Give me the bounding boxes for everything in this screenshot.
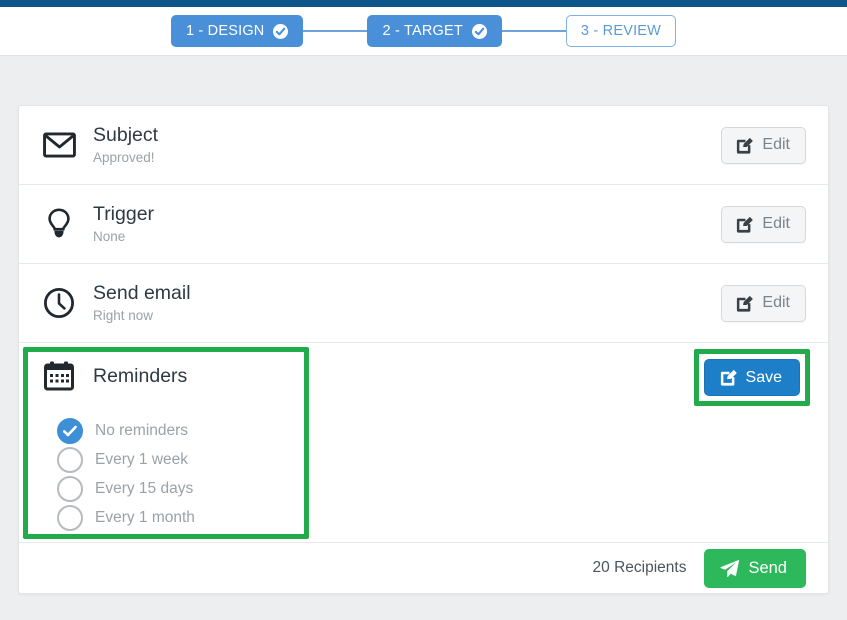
reminder-option-every-1-week-label: Every 1 week	[95, 451, 189, 468]
reminders-title: Reminders	[93, 365, 188, 387]
reminder-option-no-reminders[interactable]: No reminders	[57, 417, 195, 445]
wizard-step-review-label: 3 - REVIEW	[580, 23, 662, 39]
wizard-connector-1	[303, 30, 368, 32]
reminders-header: Reminders	[39, 361, 187, 391]
radio-no-reminders[interactable]	[57, 418, 83, 444]
edit-send-email-button[interactable]: Edit	[721, 284, 806, 322]
top-accent-bar	[0, 0, 847, 7]
row-subject-title: Subject	[93, 124, 159, 146]
row-send-email-text: Send email Right now	[93, 281, 721, 325]
reminder-option-every-15-days[interactable]: Every 15 days	[57, 475, 195, 503]
row-trigger-title: Trigger	[93, 203, 155, 225]
wizard-steps: 1 - DESIGN 2 - TARGET 3 - REVIEW	[170, 15, 677, 47]
save-reminders-label: Save	[745, 368, 782, 386]
review-card: Subject Approved! Edit Trigger None Edit…	[18, 105, 829, 594]
row-send-email: Send email Right now Edit	[19, 264, 828, 343]
edit-trigger-label: Edit	[762, 215, 790, 232]
row-trigger: Trigger None Edit	[19, 185, 828, 264]
reminder-option-no-reminders-label: No reminders	[95, 422, 189, 439]
send-button[interactable]: Send	[704, 548, 806, 588]
radio-every-1-week[interactable]	[57, 447, 83, 473]
pencil-square-icon	[735, 136, 754, 155]
pencil-square-icon	[719, 368, 738, 387]
card-footer: 20 Recipients Send	[19, 543, 828, 593]
row-subject-subtitle: Approved!	[93, 150, 155, 165]
radio-every-15-days[interactable]	[57, 476, 83, 502]
clock-icon	[39, 287, 79, 319]
recipients-count: 20 Recipients	[592, 559, 687, 576]
edit-send-email-label: Edit	[762, 294, 790, 311]
row-subject: Subject Approved! Edit	[19, 106, 828, 185]
wizard-step-design-label: 1 - DESIGN	[185, 23, 265, 39]
envelope-icon	[39, 132, 79, 158]
radio-every-1-month[interactable]	[57, 505, 83, 531]
row-send-email-subtitle: Right now	[93, 308, 154, 323]
reminders-options: No reminders Every 1 week Every 15 days …	[57, 417, 195, 533]
wizard-stepper: 1 - DESIGN 2 - TARGET 3 - REVIEW	[0, 7, 847, 56]
row-reminders: Reminders No reminders Every 1 week Ever…	[19, 343, 828, 543]
wizard-step-design[interactable]: 1 - DESIGN	[170, 15, 304, 47]
reminder-option-every-15-days-label: Every 15 days	[95, 480, 194, 497]
calendar-icon	[39, 361, 79, 391]
reminder-option-every-1-week[interactable]: Every 1 week	[57, 446, 195, 474]
edit-trigger-button[interactable]: Edit	[721, 205, 806, 243]
reminder-option-every-1-month[interactable]: Every 1 month	[57, 504, 195, 532]
check-circle-icon	[471, 23, 487, 39]
row-trigger-text: Trigger None	[93, 202, 721, 246]
row-subject-text: Subject Approved!	[93, 123, 721, 167]
reminder-option-every-1-month-label: Every 1 month	[95, 509, 195, 526]
lightbulb-icon	[39, 208, 79, 240]
paper-plane-icon	[719, 558, 740, 579]
save-reminders-button[interactable]: Save	[703, 359, 800, 396]
wizard-step-target-label: 2 - TARGET	[382, 23, 463, 39]
pencil-square-icon	[735, 294, 754, 313]
wizard-step-review[interactable]: 3 - REVIEW	[565, 15, 677, 47]
save-button-highlight: Save	[693, 349, 810, 406]
wizard-connector-2	[501, 30, 566, 32]
check-circle-icon	[273, 23, 289, 39]
edit-subject-label: Edit	[762, 136, 790, 153]
row-send-email-title: Send email	[93, 282, 191, 304]
edit-subject-button[interactable]: Edit	[721, 126, 806, 164]
wizard-step-target[interactable]: 2 - TARGET	[367, 15, 502, 47]
reminders-title-wrap: Reminders	[93, 364, 187, 388]
pencil-square-icon	[735, 215, 754, 234]
send-label: Send	[748, 558, 787, 577]
row-trigger-subtitle: None	[93, 229, 126, 244]
